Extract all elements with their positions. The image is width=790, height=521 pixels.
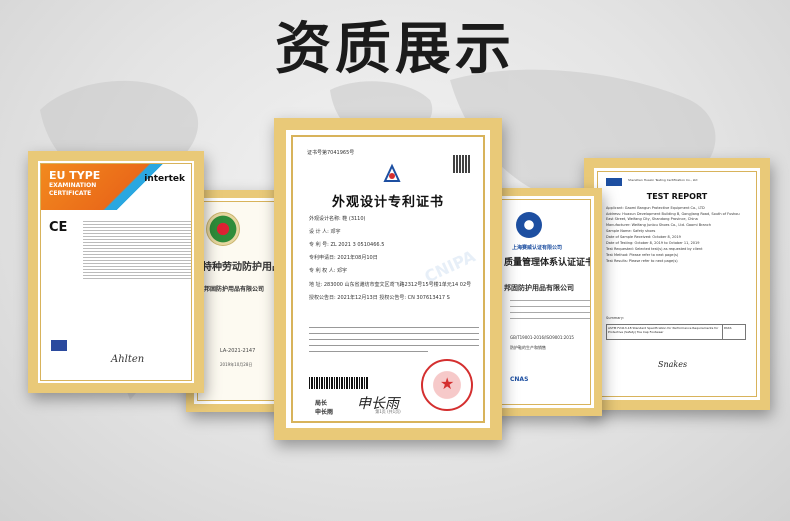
patent-footer: 第1页 (共1页) xyxy=(375,409,401,414)
quality-body-text xyxy=(510,300,590,324)
eu-details-table xyxy=(83,219,191,281)
test-report-details: Applicant: Gaomi Bangun Protective Equip… xyxy=(606,206,746,265)
test-method: Test Method: Please refer to next page(s… xyxy=(606,253,679,257)
cnas-logo: CNAS xyxy=(510,376,529,383)
test-summary: Summary: ASTM F2413-18 Standard Specific… xyxy=(606,316,746,340)
test-report: Shenzhen Huaxin Testing Certification Co… xyxy=(584,158,770,410)
date-testing: Date of Testing: October 8, 2019 to Octo… xyxy=(606,241,700,245)
quality-title: 质量管理体系认证证书 xyxy=(504,258,591,268)
safety-company: 邦固防护用品有限公司 xyxy=(204,286,265,293)
patent-number: 证书号第7041965号 xyxy=(307,150,355,156)
date-received: Date of Sample Received: October 8, 2019 xyxy=(606,235,681,239)
patent-field: 专 利 号: ZL 2021 3 0510466.5 xyxy=(309,242,385,248)
summary-table: ASTM F2413-18 Standard Specification for… xyxy=(606,324,746,340)
patent-field: 授权公告日: 2021年12月13日 授权公告号: CN 307613417 S xyxy=(309,295,450,301)
eu-signature: Ahlten xyxy=(111,354,145,365)
ce-mark: CE xyxy=(49,220,68,235)
patent-title: 外观设计专利证书 xyxy=(331,195,444,210)
quality-system-certificate: 上海赛威认证有限公司 质量管理体系认证证书 邦固防护用品有限公司 GB/T190… xyxy=(490,188,602,416)
barcode-icon xyxy=(309,377,369,389)
test-requested: Test Requested: Selected test(s) as requ… xyxy=(606,247,703,251)
eu-flag-icon xyxy=(51,340,67,351)
patent-field: 地 址: 283000 山东省潍坊市奎文区鸢飞路2312号15号楼1单元14 0… xyxy=(309,282,472,288)
safety-number: LA-2021-2147 xyxy=(220,348,256,354)
eu-subtitle: EXAMINATION CERTIFICATE xyxy=(49,182,97,197)
patent-field: 专利申请日: 2021年08月10日 xyxy=(309,255,378,261)
qr-code-icon xyxy=(453,155,471,173)
test-report-signature: Snakes xyxy=(658,360,688,369)
patent-fields: 外观设计名称: 鞋 (3110) 设 计 人: 邓宇 专 利 号: ZL 202… xyxy=(309,217,479,309)
safety-seal-icon xyxy=(206,212,240,246)
quality-org-logo-icon xyxy=(516,212,542,238)
sample-name: Sample Name: Safety shoes xyxy=(606,229,656,233)
test-results: Test Results: Please refer to next page(… xyxy=(606,259,678,263)
patent-field: 专 利 权 人: 邓宇 xyxy=(309,268,348,274)
summary-item: ASTM F2413-18 Standard Specification for… xyxy=(607,325,723,339)
lab-name: Shenzhen Huaxin Testing Certification Co… xyxy=(628,178,698,182)
safety-date: 2019年10月28日 xyxy=(220,362,253,367)
quality-company: 邦固防护用品有限公司 xyxy=(504,284,574,292)
manufacturer: Manufacturer: Weifang Junlou Shoes Co., … xyxy=(606,223,712,227)
cnipa-logo-icon xyxy=(383,163,401,182)
address: Address: Huaxun Development Building B, … xyxy=(606,212,740,221)
patent-field: 设 计 人: 邓宇 xyxy=(309,229,341,235)
quality-org-name: 上海赛威认证有限公司 xyxy=(512,245,563,251)
summary-label: Summary: xyxy=(606,316,624,320)
summary-result: PASS xyxy=(724,326,732,330)
applicant: Applicant: Gaomi Bangun Protective Equip… xyxy=(606,206,705,210)
patent-body-text xyxy=(309,327,479,357)
patent-field: 外观设计名称: 鞋 (3110) xyxy=(309,216,366,222)
quality-scope: 防护鞋的生产和销售 xyxy=(510,345,546,350)
eu-title: EU TYPE xyxy=(49,169,101,182)
quality-standard: GB/T19001-2016/ISO9001:2015 xyxy=(510,335,574,340)
intertek-logo: intertek xyxy=(144,174,185,184)
eu-type-certificate: EU TYPE EXAMINATION CERTIFICATE intertek… xyxy=(28,151,204,393)
page-title: 资质展示 xyxy=(275,17,515,82)
test-report-title: TEST REPORT xyxy=(646,192,708,201)
design-patent-certificate: CNIPA 证书号第7041965号 外观设计专利证书 外观设计名称: 鞋 (3… xyxy=(274,118,502,440)
safety-heading: 特种劳动防护用品安全标 xyxy=(202,262,276,273)
lab-logo-icon xyxy=(606,178,622,186)
patent-red-seal-icon xyxy=(421,359,473,411)
